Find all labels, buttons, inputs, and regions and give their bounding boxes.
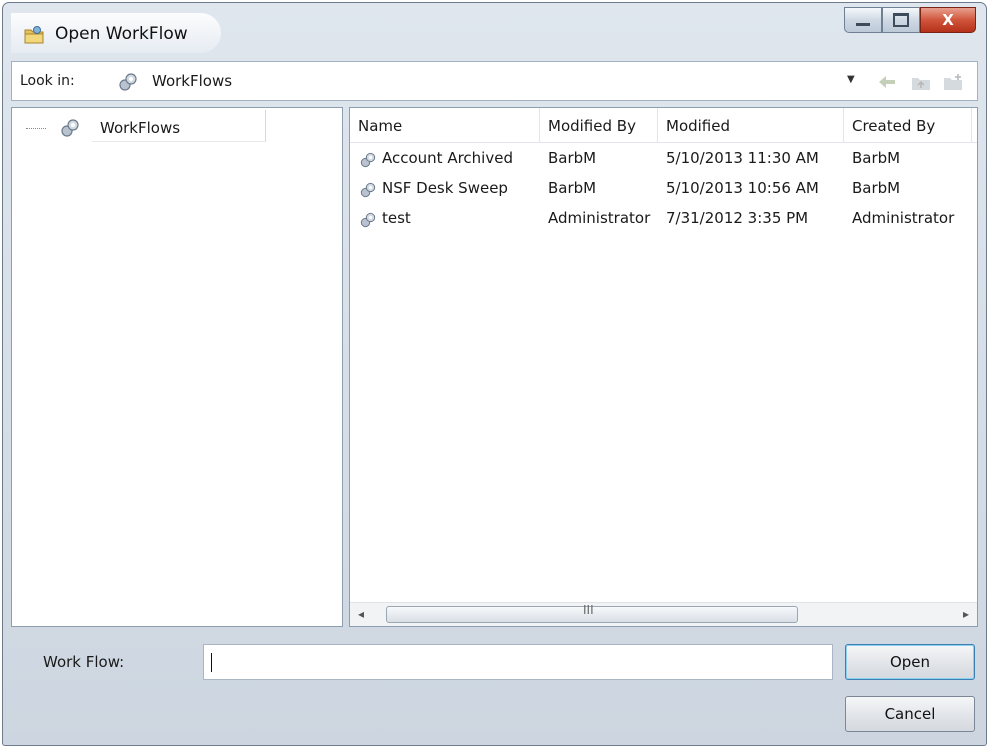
list-header: Name Modified By Modified Created By C bbox=[350, 108, 977, 143]
column-header-created[interactable]: C bbox=[972, 108, 977, 142]
table-row[interactable]: Account Archived BarbM 5/10/2013 11:30 A… bbox=[350, 148, 977, 172]
horizontal-scrollbar[interactable]: ◂ III ▸ bbox=[350, 602, 977, 626]
dropdown-arrow-icon[interactable]: ▼ bbox=[847, 74, 855, 85]
cell-modified: 5/10/2013 11:30 AM bbox=[666, 149, 819, 167]
look-in-bar: Look in: WorkFlows ▼ bbox=[11, 61, 978, 101]
workflow-list[interactable]: Name Modified By Modified Created By C A… bbox=[349, 107, 978, 627]
minimize-icon bbox=[856, 22, 870, 26]
cell-modified-by: BarbM bbox=[548, 179, 597, 197]
cell-name: NSF Desk Sweep bbox=[382, 179, 508, 197]
cell-created: 7 bbox=[976, 209, 977, 227]
open-button[interactable]: Open bbox=[845, 644, 975, 680]
cell-created-by: BarbM bbox=[852, 179, 901, 197]
cell-modified-by: BarbM bbox=[548, 149, 597, 167]
workflow-icon bbox=[360, 182, 376, 198]
table-row[interactable]: test Administrator 7/31/2012 3:35 PM Adm… bbox=[350, 208, 977, 232]
cell-created: 5 bbox=[976, 179, 977, 197]
tree-item-workflows[interactable]: WorkFlows bbox=[92, 110, 266, 142]
tree-connector bbox=[26, 128, 46, 129]
close-button[interactable]: X bbox=[920, 7, 976, 33]
dialog-title: Open WorkFlow bbox=[55, 24, 188, 44]
minimize-button[interactable] bbox=[844, 7, 882, 33]
table-row[interactable]: NSF Desk Sweep BarbM 5/10/2013 10:56 AM … bbox=[350, 178, 977, 202]
up-folder-icon[interactable] bbox=[910, 72, 932, 92]
workflow-icon bbox=[360, 212, 376, 228]
cell-name: Account Archived bbox=[382, 149, 513, 167]
cell-name: test bbox=[382, 209, 411, 227]
close-icon: X bbox=[942, 10, 954, 29]
workflow-name-input[interactable] bbox=[203, 644, 833, 680]
cell-created: 5 bbox=[976, 149, 977, 167]
workflow-dialog-icon bbox=[24, 26, 44, 44]
folder-tree[interactable]: WorkFlows bbox=[11, 107, 343, 627]
workflow-icon bbox=[360, 152, 376, 168]
scroll-thumb[interactable]: III bbox=[386, 603, 798, 623]
maximize-icon bbox=[893, 13, 909, 27]
cell-modified-by: Administrator bbox=[548, 209, 651, 227]
column-header-modified[interactable]: Modified bbox=[658, 108, 844, 142]
cell-modified: 7/31/2012 3:35 PM bbox=[666, 209, 809, 227]
caption-buttons: X bbox=[844, 7, 976, 33]
column-header-modified-by[interactable]: Modified By bbox=[540, 108, 658, 142]
look-in-select[interactable]: WorkFlows bbox=[152, 72, 232, 90]
cell-created-by: Administrator bbox=[852, 209, 955, 227]
scroll-left-icon[interactable]: ◂ bbox=[358, 607, 364, 621]
text-caret bbox=[211, 653, 212, 672]
tree-item-label: WorkFlows bbox=[100, 119, 181, 137]
workflow-name-label: Work Flow: bbox=[43, 653, 125, 671]
new-folder-icon[interactable] bbox=[942, 72, 964, 92]
scroll-grip-icon: III bbox=[583, 603, 594, 617]
workflow-folder-icon bbox=[119, 73, 137, 91]
open-workflow-dialog: Open WorkFlow X Look in: WorkFlows ▼ Wor… bbox=[2, 2, 987, 746]
workflow-folder-icon bbox=[61, 119, 79, 137]
cell-created-by: BarbM bbox=[852, 149, 901, 167]
column-header-created-by[interactable]: Created By bbox=[844, 108, 972, 142]
back-icon[interactable] bbox=[876, 72, 898, 92]
scroll-right-icon[interactable]: ▸ bbox=[963, 607, 969, 621]
maximize-button[interactable] bbox=[882, 7, 920, 33]
cell-modified: 5/10/2013 10:56 AM bbox=[666, 179, 819, 197]
title-bar[interactable]: Open WorkFlow X bbox=[3, 3, 986, 61]
column-header-name[interactable]: Name bbox=[350, 108, 540, 142]
cancel-button[interactable]: Cancel bbox=[845, 696, 975, 732]
look-in-label: Look in: bbox=[20, 73, 75, 89]
